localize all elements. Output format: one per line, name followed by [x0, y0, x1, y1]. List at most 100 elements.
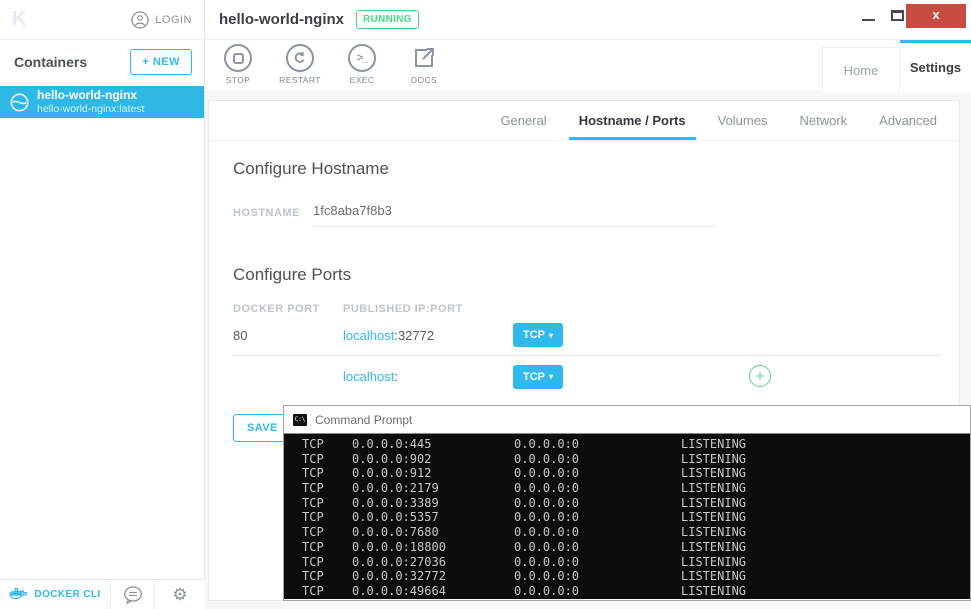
sidebar-item-hello-world-nginx[interactable]: hello-world-nginx hello-world-nginx:late… [0, 86, 204, 118]
stop-button[interactable]: STOP [215, 44, 261, 85]
docs-button[interactable]: DOCS [401, 44, 447, 85]
chevron-down-icon: ▾ [549, 372, 554, 381]
terminal-protocol: TCP [302, 525, 324, 540]
containers-title: Containers [14, 54, 88, 70]
cmd-icon: C:\ [293, 413, 307, 426]
terminal-foreign-address: 0.0.0.0:0 [514, 525, 580, 540]
protocol-dropdown-1[interactable]: TCP ▾ [513, 323, 564, 347]
terminal-state: LISTENING [681, 510, 747, 525]
docker-cli-label: DOCKER CLI [34, 589, 101, 600]
terminal-row: TCP 0.0.0.0:27036 0.0.0.0:0 LISTENING [302, 555, 970, 570]
subtab-general[interactable]: General [490, 101, 556, 140]
login-label: LOGIN [155, 13, 192, 26]
terminal-row: TCP 0.0.0.0:445 0.0.0.0:0 LISTENING [302, 437, 970, 452]
terminal-protocol: TCP [302, 554, 324, 569]
toolbar: STOP RESTART >_ EXEC DOCS Home Settings [205, 40, 971, 92]
configure-ports-heading: Configure Ports [233, 265, 352, 284]
sidebar: K LOGIN Containers + NEW hello-world-ngi… [0, 0, 205, 609]
localhost-link[interactable]: localhost [343, 328, 394, 343]
localhost-link-2[interactable]: localhost [343, 369, 394, 384]
terminal-foreign-address: 0.0.0.0:0 [514, 539, 580, 554]
login-button[interactable]: LOGIN [131, 10, 192, 29]
terminal-local-address: 0.0.0.0:2179 [352, 481, 439, 496]
settings-gear-button[interactable]: ⚙ [155, 580, 205, 609]
settings-subtabs: General Hostname / Ports Volumes Network… [209, 101, 959, 141]
add-port-button[interactable]: + [749, 365, 771, 387]
terminal-protocol: TCP [302, 569, 324, 584]
terminal-protocol: TCP [302, 495, 324, 510]
docker-cli-button[interactable]: DOCKER CLI [0, 580, 111, 609]
docs-label: DOCS [410, 75, 438, 85]
terminal-state: LISTENING [681, 437, 747, 451]
close-button[interactable]: x [906, 4, 966, 28]
terminal-protocol: TCP [302, 481, 324, 496]
terminal-foreign-address: 0.0.0.0:0 [514, 583, 580, 598]
terminal-foreign-address: 0.0.0.0:0 [514, 510, 580, 525]
terminal-protocol: TCP [302, 539, 324, 554]
exec-label: EXEC [349, 75, 375, 85]
terminal-row: TCP 0.0.0.0:7680 0.0.0.0:0 LISTENING [302, 525, 970, 540]
terminal-local-address: 0.0.0.0:18800 [352, 539, 446, 554]
subtab-hostname-ports[interactable]: Hostname / Ports [568, 101, 696, 140]
docker-whale-icon [9, 587, 28, 602]
external-link-icon [410, 44, 438, 72]
subtab-advanced[interactable]: Advanced [869, 101, 947, 140]
docker-port-column-header: DOCKER PORT [233, 303, 320, 315]
ports-table-header: DOCKER PORT PUBLISHED IP:PORT [233, 303, 939, 315]
sidebar-footer: DOCKER CLI ⚙ [0, 579, 205, 609]
port-row-1: 80 localhost:32772 TCP ▾ [233, 315, 941, 356]
hostname-input[interactable] [313, 203, 716, 227]
minimize-button[interactable] [862, 19, 875, 21]
feedback-button[interactable] [111, 580, 155, 609]
published-address-1: localhost:32772 [343, 327, 435, 343]
user-icon [131, 10, 149, 29]
terminal-row: TCP 0.0.0.0:32772 0.0.0.0:0 LISTENING [302, 569, 970, 584]
maximize-button[interactable] [891, 10, 904, 21]
terminal-state: LISTENING [681, 569, 747, 584]
terminal-local-address: 0.0.0.0:912 [352, 466, 432, 481]
command-prompt-window: C:\ Command Prompt TCP 0.0.0.0:445 0.0.0… [283, 405, 971, 601]
terminal-local-address: 0.0.0.0:5357 [352, 510, 439, 525]
terminal-foreign-address: 0.0.0.0:0 [514, 495, 580, 510]
terminal-foreign-address: 0.0.0.0:0 [514, 569, 580, 584]
terminal-row: TCP 0.0.0.0:2179 0.0.0.0:0 LISTENING [302, 481, 970, 496]
docker-port-value: 80 [233, 327, 248, 343]
gear-icon: ⚙ [172, 585, 188, 604]
exec-button[interactable]: >_ EXEC [339, 44, 385, 85]
stop-label: STOP [225, 75, 251, 85]
tab-home[interactable]: Home [822, 47, 900, 92]
terminal-protocol: TCP [302, 437, 324, 451]
chevron-down-icon: ▾ [549, 330, 554, 340]
terminal-foreign-address: 0.0.0.0:0 [514, 451, 580, 466]
terminal-foreign-address: 0.0.0.0:0 [514, 437, 580, 451]
sidebar-header: K LOGIN [0, 0, 204, 40]
command-prompt-title: Command Prompt [315, 412, 413, 427]
restart-button[interactable]: RESTART [277, 44, 323, 85]
terminal-state: LISTENING [681, 554, 747, 569]
terminal-protocol: TCP [302, 510, 324, 525]
terminal-foreign-address: 0.0.0.0:0 [514, 466, 580, 481]
terminal-state: LISTENING [681, 495, 747, 510]
terminal-row: TCP 0.0.0.0:18800 0.0.0.0:0 LISTENING [302, 540, 970, 555]
terminal-body[interactable]: TCP 0.0.0.0:445 0.0.0.0:0 LISTENING TCP … [284, 433, 970, 599]
containers-header-row: Containers + NEW [0, 40, 204, 84]
terminal-state: LISTENING [681, 525, 747, 540]
subtab-volumes[interactable]: Volumes [708, 101, 778, 140]
kitematic-logo: K [12, 8, 27, 30]
terminal-foreign-address: 0.0.0.0:0 [514, 481, 580, 496]
configure-hostname-heading: Configure Hostname [233, 159, 389, 178]
terminal-protocol: TCP [302, 451, 324, 466]
container-image: hello-world-nginx:latest [37, 102, 145, 115]
container-icon [10, 93, 29, 112]
tab-settings[interactable]: Settings [900, 40, 971, 92]
exec-terminal-icon: >_ [348, 44, 376, 72]
new-container-button[interactable]: + NEW [130, 49, 192, 75]
window-titlebar: hello-world-nginx RUNNING x [205, 0, 971, 40]
container-name: hello-world-nginx [37, 88, 137, 103]
terminal-local-address: 0.0.0.0:3389 [352, 495, 439, 510]
subtab-network[interactable]: Network [789, 101, 857, 140]
terminal-row: TCP 0.0.0.0:902 0.0.0.0:0 LISTENING [302, 452, 970, 467]
protocol-dropdown-2[interactable]: TCP ▾ [513, 364, 564, 389]
terminal-state: LISTENING [681, 466, 747, 481]
command-prompt-titlebar[interactable]: C:\ Command Prompt [284, 406, 970, 433]
